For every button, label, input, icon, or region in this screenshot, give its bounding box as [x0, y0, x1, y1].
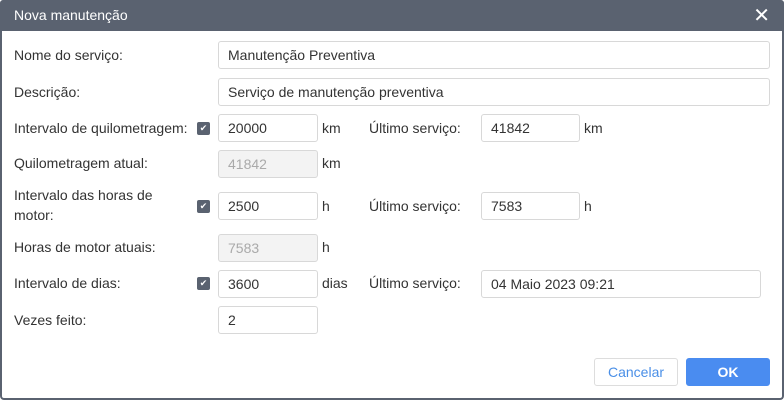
km-atual-input: 41842	[218, 150, 318, 178]
km-last-label: Último serviço:	[369, 120, 461, 136]
horas-unit: h	[322, 198, 330, 214]
nome-input[interactable]: Manutenção Preventiva	[218, 41, 770, 69]
km-unit: km	[322, 120, 341, 136]
label-km: Intervalo de quilometragem:	[14, 120, 188, 136]
close-icon[interactable]: ✕	[753, 3, 770, 28]
km-last-input[interactable]: 41842	[481, 114, 580, 142]
label-nome: Nome do serviço:	[14, 47, 123, 63]
dialog-title: Nova manutenção	[14, 7, 128, 23]
horas-interval-input[interactable]: 2500	[218, 192, 318, 220]
label-km-atual: Quilometragem atual:	[14, 155, 148, 171]
vezes-input[interactable]: 2	[218, 306, 318, 334]
label-horas: Intervalo das horas de motor:	[14, 187, 153, 223]
horas-last-unit: h	[584, 198, 592, 214]
dias-checkbox[interactable]: ✔	[197, 277, 210, 290]
label-horas-atual: Horas de motor atuais:	[14, 239, 156, 255]
km-checkbox[interactable]: ✔	[197, 122, 210, 135]
dias-last-label: Último serviço:	[369, 275, 461, 291]
horas-atual-input: 7583	[218, 234, 318, 262]
dias-unit: dias	[322, 275, 348, 291]
label-descricao: Descrição:	[14, 84, 81, 100]
cancel-button[interactable]: Cancelar	[594, 358, 678, 386]
km-last-unit: km	[584, 120, 603, 136]
horas-last-input[interactable]: 7583	[481, 192, 580, 220]
label-vezes: Vezes feito:	[14, 312, 87, 328]
label-dias: Intervalo de dias:	[14, 275, 121, 291]
descricao-input[interactable]: Serviço de manutenção preventiva	[218, 78, 770, 106]
horas-checkbox[interactable]: ✔	[197, 200, 210, 213]
dias-interval-input[interactable]: 3600	[218, 270, 318, 298]
horas-atual-unit: h	[322, 239, 330, 255]
horas-last-label: Último serviço:	[369, 198, 461, 214]
ok-button[interactable]: OK	[686, 358, 770, 386]
km-atual-unit: km	[322, 155, 341, 171]
dialog-header: Nova manutenção ✕	[0, 0, 784, 31]
km-interval-input[interactable]: 20000	[218, 114, 318, 142]
dias-last-date-input[interactable]: 04 Maio 2023 09:21	[481, 270, 761, 298]
